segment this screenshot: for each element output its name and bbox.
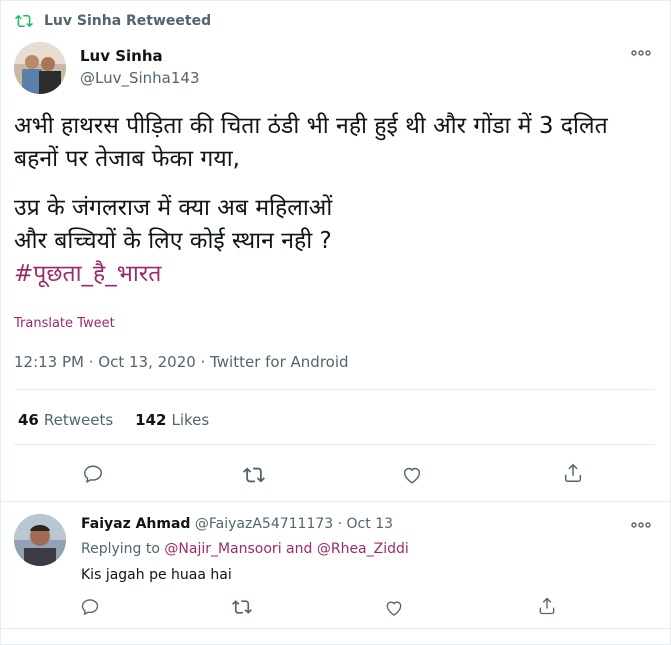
retweet-icon <box>14 12 34 30</box>
retweet-icon[interactable] <box>231 597 253 621</box>
avatar[interactable] <box>14 42 66 94</box>
translate-tweet-link[interactable]: Translate Tweet <box>14 316 115 331</box>
replying-to: Replying to @Najir_Mansoori and @Rhea_Zi… <box>81 541 409 557</box>
divider <box>14 389 655 390</box>
reply-author-meta[interactable]: @FaiyazA54711173 · Oct 13 <box>195 516 393 532</box>
replying-prefix: Replying to <box>81 541 160 557</box>
retweets-count: 46 <box>18 411 39 429</box>
tweet-timestamp[interactable]: 12:13 PM · Oct 13, 2020 · Twitter for An… <box>14 353 349 371</box>
likes-stat[interactable]: 142 Likes <box>135 411 209 429</box>
likes-label: Likes <box>171 411 210 429</box>
likes-count: 142 <box>135 411 167 429</box>
author-name[interactable]: Luv Sinha <box>80 47 163 65</box>
tweet-text-line: उप्र के जंगलराज में क्या अब महिलाओं <box>14 195 333 221</box>
reply-header: Faiyaz Ahmad @FaiyazA54711173 · Oct 13 <box>81 516 393 532</box>
divider <box>14 444 655 445</box>
retweets-stat[interactable]: 46 Retweets <box>18 411 113 429</box>
reply-author-name[interactable]: Faiyaz Ahmad <box>81 516 190 532</box>
retweet-label: Luv Sinha Retweeted <box>44 13 212 29</box>
hashtag-link[interactable]: #पूछता_है_भारत <box>14 258 654 291</box>
reply-avatar[interactable] <box>14 514 66 566</box>
like-icon[interactable] <box>384 598 404 622</box>
like-icon[interactable] <box>401 464 423 490</box>
mention-link[interactable]: @Rhea_Ziddi <box>317 541 409 557</box>
reply-text: Kis jagah pe huaa hai <box>81 567 232 583</box>
divider <box>0 501 671 502</box>
more-options-icon[interactable] <box>630 517 652 536</box>
retweet-header[interactable]: Luv Sinha Retweeted <box>14 12 211 30</box>
tweet-body: अभी हाथरस पीड़िता की चिता ठंडी भी नही हु… <box>14 110 654 291</box>
and-word: and <box>286 541 313 557</box>
share-icon[interactable] <box>562 462 584 488</box>
tweet-text-line: और बच्चियों के लिए कोई स्थान नही ? <box>14 228 332 254</box>
tweet-stats: 46 Retweets 142 Likes <box>18 411 209 429</box>
tweet-text-line: अभी हाथरस पीड़िता की चिता ठंडी भी नही हु… <box>14 113 608 172</box>
divider <box>0 628 671 629</box>
more-options-icon[interactable] <box>630 45 652 64</box>
share-icon[interactable] <box>537 596 557 620</box>
retweet-icon[interactable] <box>242 464 266 490</box>
retweets-label: Retweets <box>43 411 114 429</box>
reply-icon[interactable] <box>80 597 100 621</box>
author-handle[interactable]: @Luv_Sinha143 <box>80 69 200 87</box>
reply-icon[interactable] <box>82 463 104 489</box>
mention-link[interactable]: @Najir_Mansoori <box>164 541 281 557</box>
